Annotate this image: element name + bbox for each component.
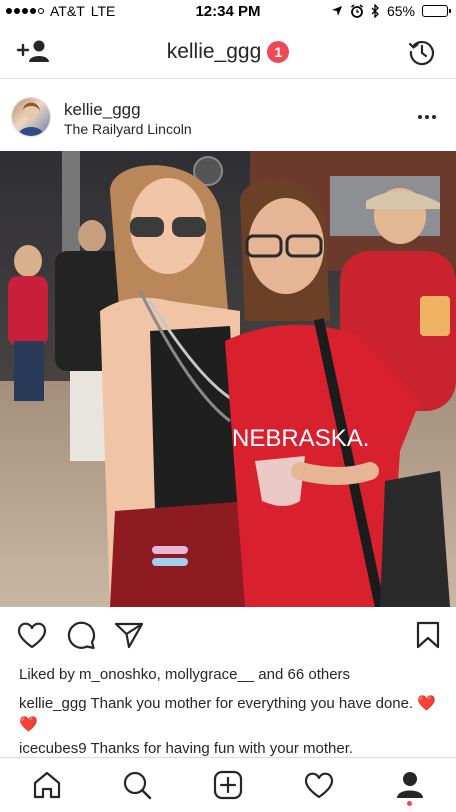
comment-bubble-icon: [67, 621, 95, 650]
bottom-tab-bar: [0, 757, 456, 812]
heart-icon: [17, 622, 47, 649]
like-button[interactable]: [17, 621, 47, 649]
location-arrow-icon: [331, 6, 342, 16]
post-actions: [0, 607, 456, 663]
profile-header: kellie_ggg 1: [0, 26, 456, 79]
caption-text: Thank you mother for everything you have…: [86, 695, 418, 712]
share-button[interactable]: [114, 621, 144, 649]
bookmark-icon: [416, 621, 440, 649]
alarm-icon: [351, 4, 363, 18]
search-icon: [123, 771, 152, 800]
add-post-icon: [213, 770, 243, 800]
profile-icon: [397, 772, 423, 798]
post-username[interactable]: kellie_ggg: [64, 100, 141, 120]
paper-plane-icon: [114, 622, 144, 649]
battery-percent: 65%: [386, 3, 415, 19]
caption-username[interactable]: kellie_ggg: [19, 695, 87, 712]
more-options-button[interactable]: [418, 107, 438, 127]
post-location[interactable]: The Railyard Lincoln: [64, 121, 192, 137]
status-bar: AT&T LTE 12:34 PM 65%: [0, 0, 456, 26]
comment-button[interactable]: [66, 621, 96, 650]
more-dot-icon: [432, 115, 436, 119]
comment-username[interactable]: icecubes9: [19, 740, 87, 757]
active-tab-indicator: [407, 801, 412, 806]
history-button[interactable]: [408, 38, 436, 66]
tab-activity[interactable]: [304, 770, 334, 800]
activity-heart-icon: [304, 772, 334, 799]
post-header: kellie_ggg The Railyard Lincoln: [0, 79, 456, 151]
post-photo[interactable]: NEBRASKA.: [0, 151, 456, 607]
photo-illustration: NEBRASKA.: [0, 151, 456, 607]
likes-others[interactable]: 66 others: [288, 666, 351, 683]
comment-preview: icecubes9 Thanks for having fun with you…: [19, 740, 449, 758]
battery-icon: [422, 5, 451, 17]
bluetooth-icon: [371, 4, 379, 18]
history-icon: [408, 41, 435, 66]
shirt-text: NEBRASKA.: [232, 425, 369, 452]
tab-search[interactable]: [122, 770, 152, 800]
tab-profile[interactable]: [395, 770, 425, 800]
header-username: kellie_ggg: [166, 40, 262, 64]
tab-home[interactable]: [32, 770, 62, 800]
likes-prefix: Liked by: [19, 666, 80, 683]
tab-new-post[interactable]: [213, 770, 243, 800]
home-icon: [33, 771, 61, 799]
likes-users[interactable]: m_onoshko, mollygrace__: [79, 666, 254, 683]
more-dot-icon: [425, 115, 429, 119]
status-right: 65%: [331, 3, 451, 19]
post-caption: kellie_ggg Thank you mother for everythi…: [19, 693, 444, 735]
more-dot-icon: [418, 115, 422, 119]
notification-badge[interactable]: 1: [267, 41, 290, 64]
comment-text: Thanks for having fun with your mother.: [86, 740, 354, 757]
header-title: kellie_ggg 1: [0, 40, 456, 64]
likes-and: and: [254, 666, 288, 683]
likes-summary: Liked by m_onoshko, mollygrace__ and 66 …: [19, 666, 350, 683]
save-button[interactable]: [416, 621, 446, 649]
avatar[interactable]: [12, 98, 50, 136]
